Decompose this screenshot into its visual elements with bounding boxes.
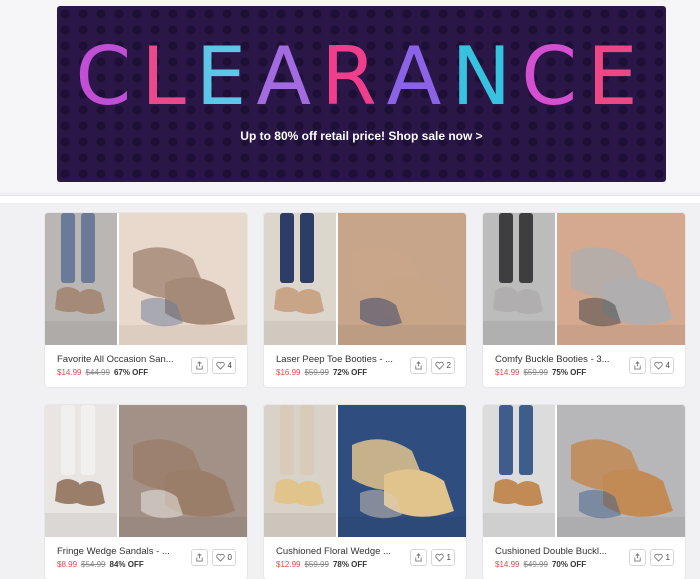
like-button[interactable]: 0	[212, 549, 236, 566]
banner-title: CLEARANCE	[57, 30, 666, 124]
heart-icon	[654, 361, 663, 370]
product-title[interactable]: Fringe Wedge Sandals - ...	[57, 546, 185, 557]
like-button[interactable]: 2	[431, 357, 455, 374]
like-count: 1	[665, 553, 670, 562]
share-button[interactable]	[410, 357, 427, 374]
section-divider	[0, 195, 700, 203]
product-card[interactable]: Fringe Wedge Sandals - ... $8.99 $54.99 84…	[45, 405, 247, 579]
sale-price: $16.99	[276, 368, 301, 377]
like-button[interactable]: 4	[212, 357, 236, 374]
product-info: Favorite All Occasion San... $14.99 $44.9…	[45, 345, 247, 387]
price-row: $14.99 $59.99 75% OFF	[495, 368, 586, 377]
product-info: Fringe Wedge Sandals - ... $8.99 $54.99 84…	[45, 537, 247, 579]
share-button[interactable]	[629, 357, 646, 374]
discount-badge: 84% OFF	[109, 560, 144, 569]
sale-price: $8.99	[57, 560, 78, 569]
sale-price: $14.99	[495, 368, 520, 377]
banner-title-letter: A	[386, 30, 452, 123]
share-icon	[634, 361, 641, 370]
banner-title-letter: A	[256, 30, 322, 123]
original-price: $59.99	[304, 368, 329, 377]
banner-title-letter: R	[321, 30, 387, 123]
product-info: Cushioned Floral Wedge ... $12.99 $59.99 7…	[264, 537, 466, 579]
heart-icon	[216, 361, 225, 370]
clearance-banner[interactable]: CLEARANCE Up to 80% off retail price! Sh…	[57, 6, 666, 182]
share-icon	[415, 361, 422, 370]
like-button[interactable]: 1	[650, 549, 674, 566]
banner-subtitle[interactable]: Up to 80% off retail price! Shop sale no…	[57, 129, 666, 143]
banner-title-letter: C	[75, 30, 142, 123]
like-count: 4	[227, 361, 232, 370]
like-button[interactable]: 1	[431, 549, 455, 566]
original-price: $49.99	[523, 560, 548, 569]
sale-price: $14.99	[495, 560, 520, 569]
like-count: 2	[446, 361, 451, 370]
banner-title-letter: L	[141, 30, 196, 123]
banner-title-letter: E	[195, 30, 257, 123]
discount-badge: 72% OFF	[332, 368, 368, 377]
heart-icon	[435, 553, 444, 562]
heart-icon	[216, 553, 225, 562]
original-price: $44.99	[85, 368, 110, 377]
share-button[interactable]	[410, 549, 427, 566]
share-button[interactable]	[191, 357, 208, 374]
product-card[interactable]: Favorite All Occasion San... $14.99 $44.9…	[45, 213, 247, 387]
heart-icon	[435, 361, 444, 370]
heart-icon	[654, 553, 663, 562]
product-title[interactable]: Comfy Buckle Booties - 3...	[495, 354, 623, 365]
price-row: $14.99 $44.99 67% OFF	[57, 368, 148, 377]
discount-badge: 75% OFF	[551, 368, 587, 377]
price-row: $14.99 $49.99 70% OFF	[495, 560, 586, 569]
share-button[interactable]	[629, 549, 646, 566]
like-button[interactable]: 4	[650, 357, 674, 374]
product-card[interactable]: Cushioned Double Buckl... $14.99 $49.99 70…	[483, 405, 685, 579]
discount-badge: 78% OFF	[332, 560, 368, 569]
product-grid: Favorite All Occasion San... $14.99 $44.9…	[0, 203, 700, 579]
product-photo-collage[interactable]	[45, 405, 247, 537]
product-card[interactable]: Cushioned Floral Wedge ... $12.99 $59.99 7…	[264, 405, 466, 579]
product-photo-collage[interactable]	[483, 405, 685, 537]
share-icon	[634, 553, 641, 562]
price-row: $8.99 $54.99 84% OFF	[57, 560, 144, 569]
product-info: Laser Peep Toe Booties - ... $16.99 $59.9…	[264, 345, 466, 387]
share-button[interactable]	[191, 549, 208, 566]
hero-section: CLEARANCE Up to 80% off retail price! Sh…	[0, 0, 700, 192]
product-title[interactable]: Laser Peep Toe Booties - ...	[276, 354, 404, 365]
sale-price: $12.99	[276, 560, 301, 569]
banner-title-letter: E	[587, 30, 648, 123]
original-price: $59.99	[523, 368, 548, 377]
product-title[interactable]: Cushioned Double Buckl...	[495, 546, 623, 557]
product-photo-collage[interactable]	[264, 405, 466, 537]
price-row: $16.99 $59.99 72% OFF	[276, 368, 367, 377]
share-icon	[196, 553, 203, 562]
discount-badge: 67% OFF	[113, 368, 149, 377]
like-count: 4	[665, 361, 670, 370]
banner-title-letter: C	[521, 30, 588, 123]
product-photo-collage[interactable]	[483, 213, 685, 345]
product-photo-collage[interactable]	[264, 213, 466, 345]
share-icon	[415, 553, 422, 562]
original-price: $54.99	[81, 560, 106, 569]
product-card[interactable]: Laser Peep Toe Booties - ... $16.99 $59.9…	[264, 213, 466, 387]
original-price: $59.99	[304, 560, 329, 569]
sale-price: $14.99	[57, 368, 82, 377]
product-card[interactable]: Comfy Buckle Booties - 3... $14.99 $59.99…	[483, 213, 685, 387]
like-count: 1	[446, 553, 451, 562]
product-title[interactable]: Favorite All Occasion San...	[57, 354, 185, 365]
banner-title-letter: N	[451, 30, 522, 123]
product-title[interactable]: Cushioned Floral Wedge ...	[276, 546, 404, 557]
product-photo-collage[interactable]	[45, 213, 247, 345]
like-count: 0	[227, 553, 232, 562]
discount-badge: 70% OFF	[551, 560, 587, 569]
product-info: Comfy Buckle Booties - 3... $14.99 $59.99…	[483, 345, 685, 387]
price-row: $12.99 $59.99 78% OFF	[276, 560, 367, 569]
share-icon	[196, 361, 203, 370]
product-info: Cushioned Double Buckl... $14.99 $49.99 70…	[483, 537, 685, 579]
